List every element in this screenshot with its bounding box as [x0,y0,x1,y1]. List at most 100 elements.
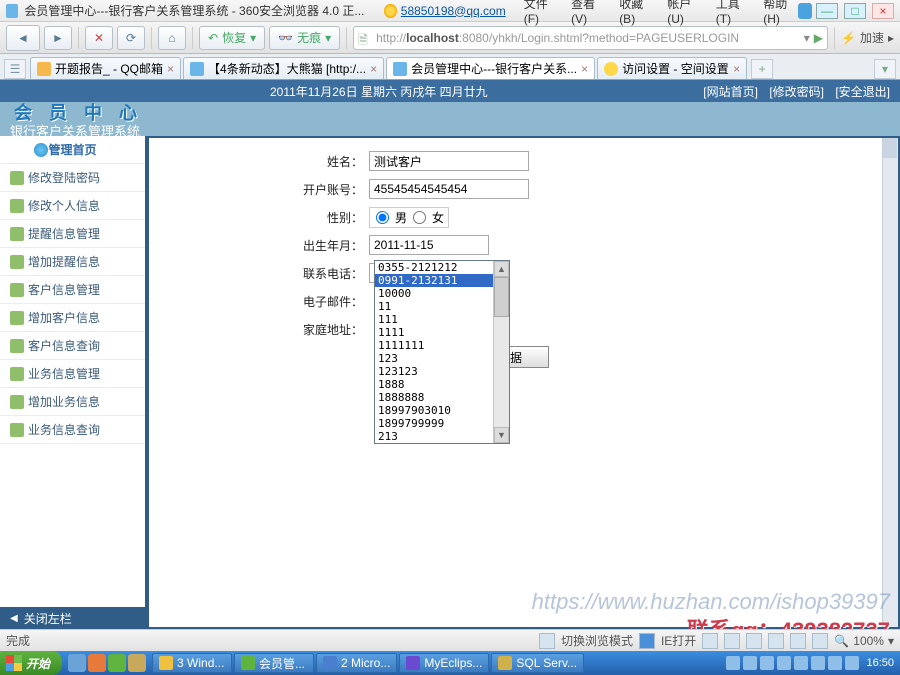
switch-mode-label[interactable]: 切换浏览模式 [561,632,633,649]
tab-member-center[interactable]: 会员管理中心---银行客户关系...× [386,57,595,79]
download-icon[interactable] [746,633,762,649]
tray-icon[interactable] [845,656,859,670]
sidebar-item-business-mgmt[interactable]: 业务信息管理 [0,360,145,388]
back-button[interactable]: ◄ [6,25,40,51]
scroll-thumb[interactable] [494,277,509,317]
menu-view[interactable]: 查看(V) [571,0,605,26]
autocomplete-item[interactable]: 111 [375,313,493,326]
sidebar-toggle-button[interactable]: ☰ [4,59,26,79]
security-shield-icon[interactable] [798,3,812,19]
status-icon[interactable] [812,633,828,649]
autocomplete-item[interactable]: 123 [375,352,493,365]
forward-button[interactable]: ► [44,26,72,50]
maximize-button[interactable]: □ [844,3,866,19]
link-logout[interactable]: [安全退出] [835,85,890,99]
sidebar-item-customer-search[interactable]: 客户信息查询 [0,332,145,360]
address-bar[interactable]: 🗎 http://localhost:8080/yhkh/Login.shtml… [353,26,828,50]
autocomplete-scrollbar[interactable]: ▲ ▼ [493,261,509,443]
tray-icon[interactable] [794,656,808,670]
tab-panda[interactable]: 【4条新动态】大熊猫 [http:/...× [183,57,384,79]
autocomplete-item[interactable]: 1899799999 [375,417,493,430]
close-button[interactable]: × [872,3,894,19]
tab-close-icon[interactable]: × [581,62,588,76]
incognito-button[interactable]: 👓无痕▾ [269,26,340,50]
status-icon[interactable] [790,633,806,649]
scroll-down-arrow[interactable]: ▼ [494,427,509,443]
quick-launch-icon[interactable] [68,654,86,672]
birth-input[interactable] [369,235,489,255]
tab-close-icon[interactable]: × [370,62,377,76]
status-icon[interactable] [702,633,718,649]
quick-launch-icon[interactable] [88,654,106,672]
tab-list-button[interactable]: ▾ [874,59,896,79]
tray-icon[interactable] [828,656,842,670]
sidebar-item-edit-profile[interactable]: 修改个人信息 [0,192,145,220]
sidebar-item-add-business[interactable]: 增加业务信息 [0,388,145,416]
sidebar-item-customer-mgmt[interactable]: 客户信息管理 [0,276,145,304]
autocomplete-item[interactable]: 11 [375,300,493,313]
account-input[interactable] [369,179,529,199]
tab-qzone-settings[interactable]: 访问设置 - 空间设置× [597,57,747,79]
tray-icon[interactable] [811,656,825,670]
name-input[interactable] [369,151,529,171]
stop-button[interactable]: ✕ [85,26,113,50]
autocomplete-item[interactable]: 0355-2121212 [375,261,493,274]
start-button[interactable]: 开始 [0,651,62,675]
mode-icon[interactable] [539,633,555,649]
autocomplete-item[interactable]: 10000 [375,287,493,300]
sidebar-item-business-search[interactable]: 业务信息查询 [0,416,145,444]
account-email[interactable]: 58850198@qq.com [401,4,506,18]
url-dropdown-icon[interactable]: ▾ [804,31,810,45]
link-change-password[interactable]: [修改密码] [769,85,824,99]
gender-male-radio[interactable] [376,211,389,224]
menu-favorites[interactable]: 收藏(B) [619,0,653,26]
autocomplete-item[interactable]: 18997903010 [375,404,493,417]
home-button[interactable]: ⌂ [158,26,186,50]
tab-qq-mail[interactable]: 开题报告_ - QQ邮箱× [30,57,181,79]
tray-icon[interactable] [743,656,757,670]
sidebar-item-home[interactable]: 管理首页 [0,136,145,164]
main-scrollbar[interactable] [882,138,898,627]
status-icon[interactable] [724,633,740,649]
taskbar-item[interactable]: MyEclips... [399,653,489,673]
new-tab-button[interactable]: + [751,59,773,79]
reload-button[interactable]: ⟳ [117,26,145,50]
tab-close-icon[interactable]: × [167,62,174,76]
taskbar-item[interactable]: 3 Wind... [152,653,232,673]
menu-account[interactable]: 帐户(U) [667,0,702,26]
go-button[interactable]: ▶ [814,31,823,45]
sidebar-item-reminder-mgmt[interactable]: 提醒信息管理 [0,220,145,248]
zoom-control[interactable]: 🔍100%▾ [834,634,894,648]
taskbar-item[interactable]: SQL Serv... [491,653,584,673]
tray-clock[interactable]: 16:50 [866,657,894,669]
ie-icon[interactable] [639,633,655,649]
link-home[interactable]: [网站首页] [703,85,758,99]
tab-close-icon[interactable]: × [733,62,740,76]
menu-tools[interactable]: 工具(T) [716,0,749,26]
tray-icon[interactable] [777,656,791,670]
sidebar-collapse-button[interactable]: 关闭左栏 [0,607,147,629]
sidebar-item-add-reminder[interactable]: 增加提醒信息 [0,248,145,276]
site-identity-icon[interactable]: 🗎 [358,31,372,45]
autocomplete-item[interactable]: 1111 [375,326,493,339]
sidebar-item-change-password[interactable]: 修改登陆密码 [0,164,145,192]
menu-help[interactable]: 帮助(H) [763,0,798,26]
tray-icon[interactable] [726,656,740,670]
autocomplete-item[interactable]: 1888 [375,378,493,391]
quick-launch-icon[interactable] [128,654,146,672]
sidebar-item-add-customer[interactable]: 增加客户信息 [0,304,145,332]
menu-file[interactable]: 文件(F) [524,0,557,26]
autocomplete-item[interactable]: 1888888 [375,391,493,404]
ie-open-label[interactable]: IE打开 [661,632,696,649]
minimize-button[interactable]: — [816,3,838,19]
autocomplete-item[interactable]: 1111111 [375,339,493,352]
taskbar-item[interactable]: 2 Micro... [316,653,397,673]
taskbar-item[interactable]: 会员管... [234,653,314,673]
restore-button[interactable]: ↶恢复▾ [199,26,265,50]
scroll-up-arrow[interactable]: ▲ [494,261,509,277]
speed-mode-button[interactable]: ⚡加速▸ [841,29,894,46]
autocomplete-item[interactable]: 0991-2132131 [375,274,493,287]
quick-launch-icon[interactable] [108,654,126,672]
autocomplete-item[interactable]: 123123 [375,365,493,378]
gender-female-radio[interactable] [413,211,426,224]
